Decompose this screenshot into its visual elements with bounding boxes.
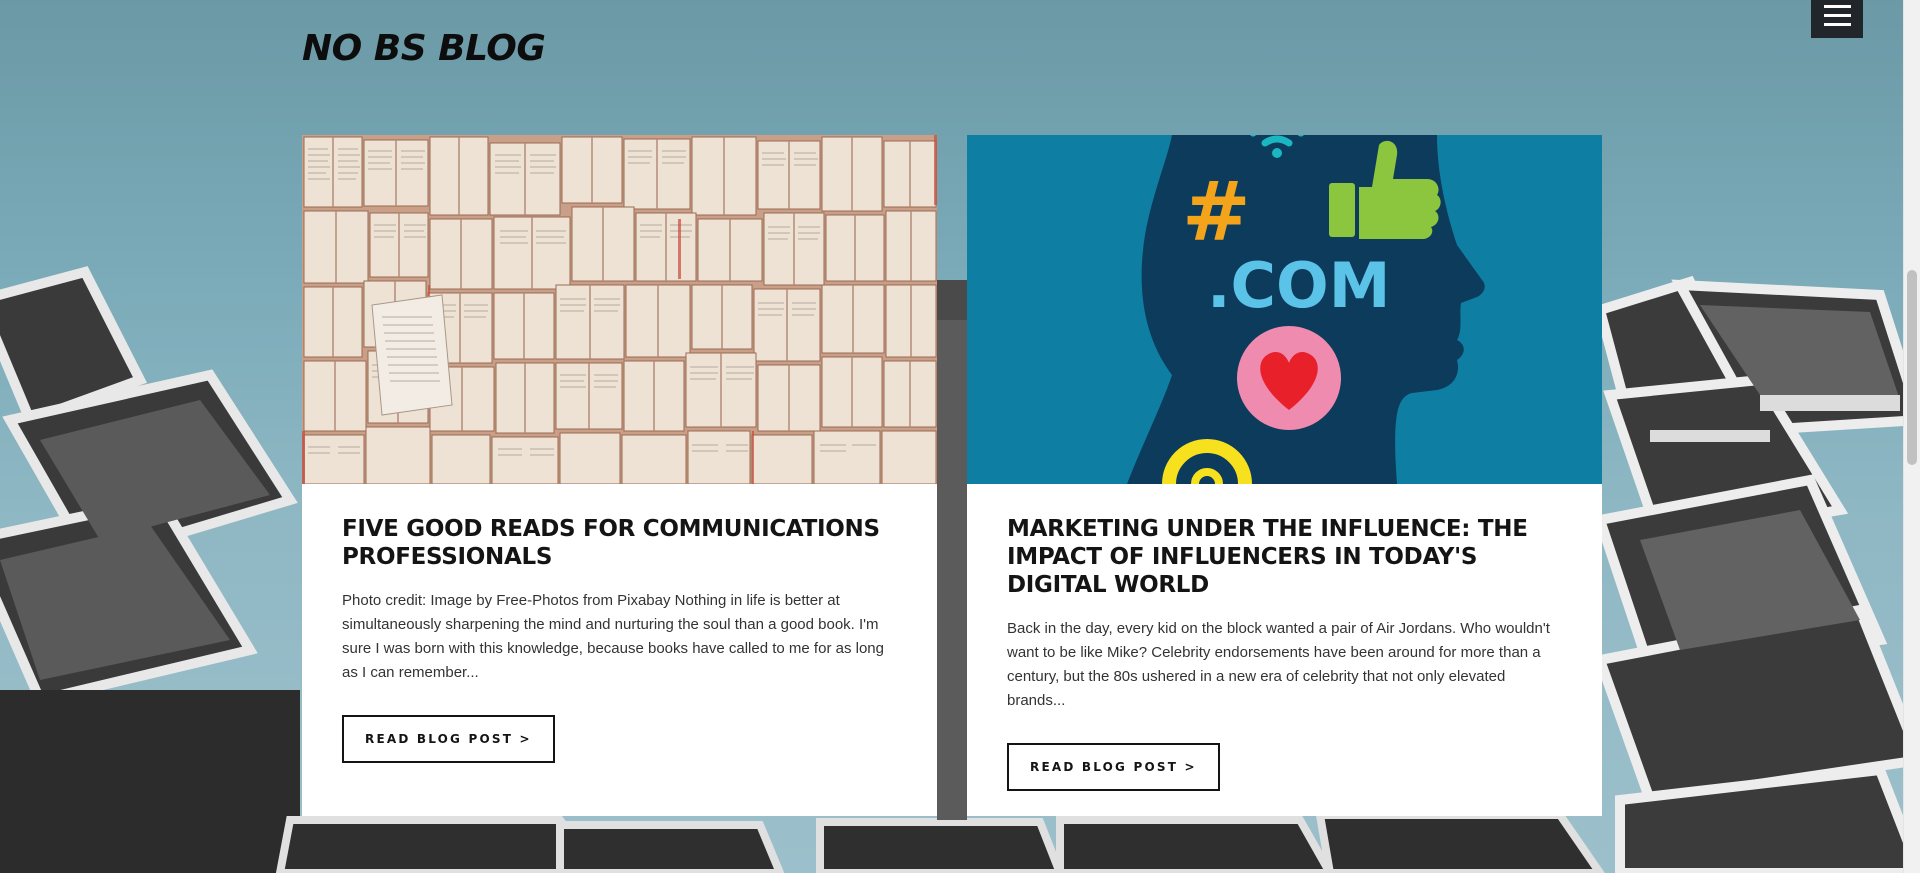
read-blog-post-button[interactable]: READ BLOG POST > — [1007, 743, 1220, 791]
open-books-image[interactable] — [302, 135, 937, 484]
social-media-head-image[interactable]: # .COM — [967, 135, 1602, 484]
scrollbar-thumb[interactable] — [1907, 270, 1917, 465]
site-title[interactable]: NO BS BLOG — [302, 28, 546, 69]
dotcom-text: .COM — [1207, 249, 1390, 322]
post-excerpt: Back in the day, every kid on the block … — [1007, 620, 1550, 709]
card-body: FIVE GOOD READS FOR COMMUNICATIONS PROFE… — [342, 515, 897, 763]
read-blog-post-button[interactable]: READ BLOG POST > — [342, 715, 555, 763]
background-architecture-image — [0, 266, 1904, 873]
card-body: MARKETING UNDER THE INFLUENCE: THE IMPAC… — [1007, 515, 1562, 791]
vertical-scrollbar[interactable] — [1903, 0, 1920, 873]
post-title[interactable]: FIVE GOOD READS FOR COMMUNICATIONS PROFE… — [342, 515, 897, 571]
blog-post-card: FIVE GOOD READS FOR COMMUNICATIONS PROFE… — [302, 135, 937, 816]
post-excerpt: Photo credit: Image by Free-Photos from … — [342, 592, 884, 681]
menu-button[interactable] — [1811, 0, 1863, 38]
hashtag-icon: # — [1182, 165, 1251, 260]
blog-post-card: # .COM MARKETING UNDER THE INFLUENCE: TH… — [967, 135, 1602, 816]
page: NO BS BLOG FIVE GOOD READS FOR COMMUNICA… — [0, 0, 1920, 873]
post-title[interactable]: MARKETING UNDER THE INFLUENCE: THE IMPAC… — [1007, 515, 1562, 599]
